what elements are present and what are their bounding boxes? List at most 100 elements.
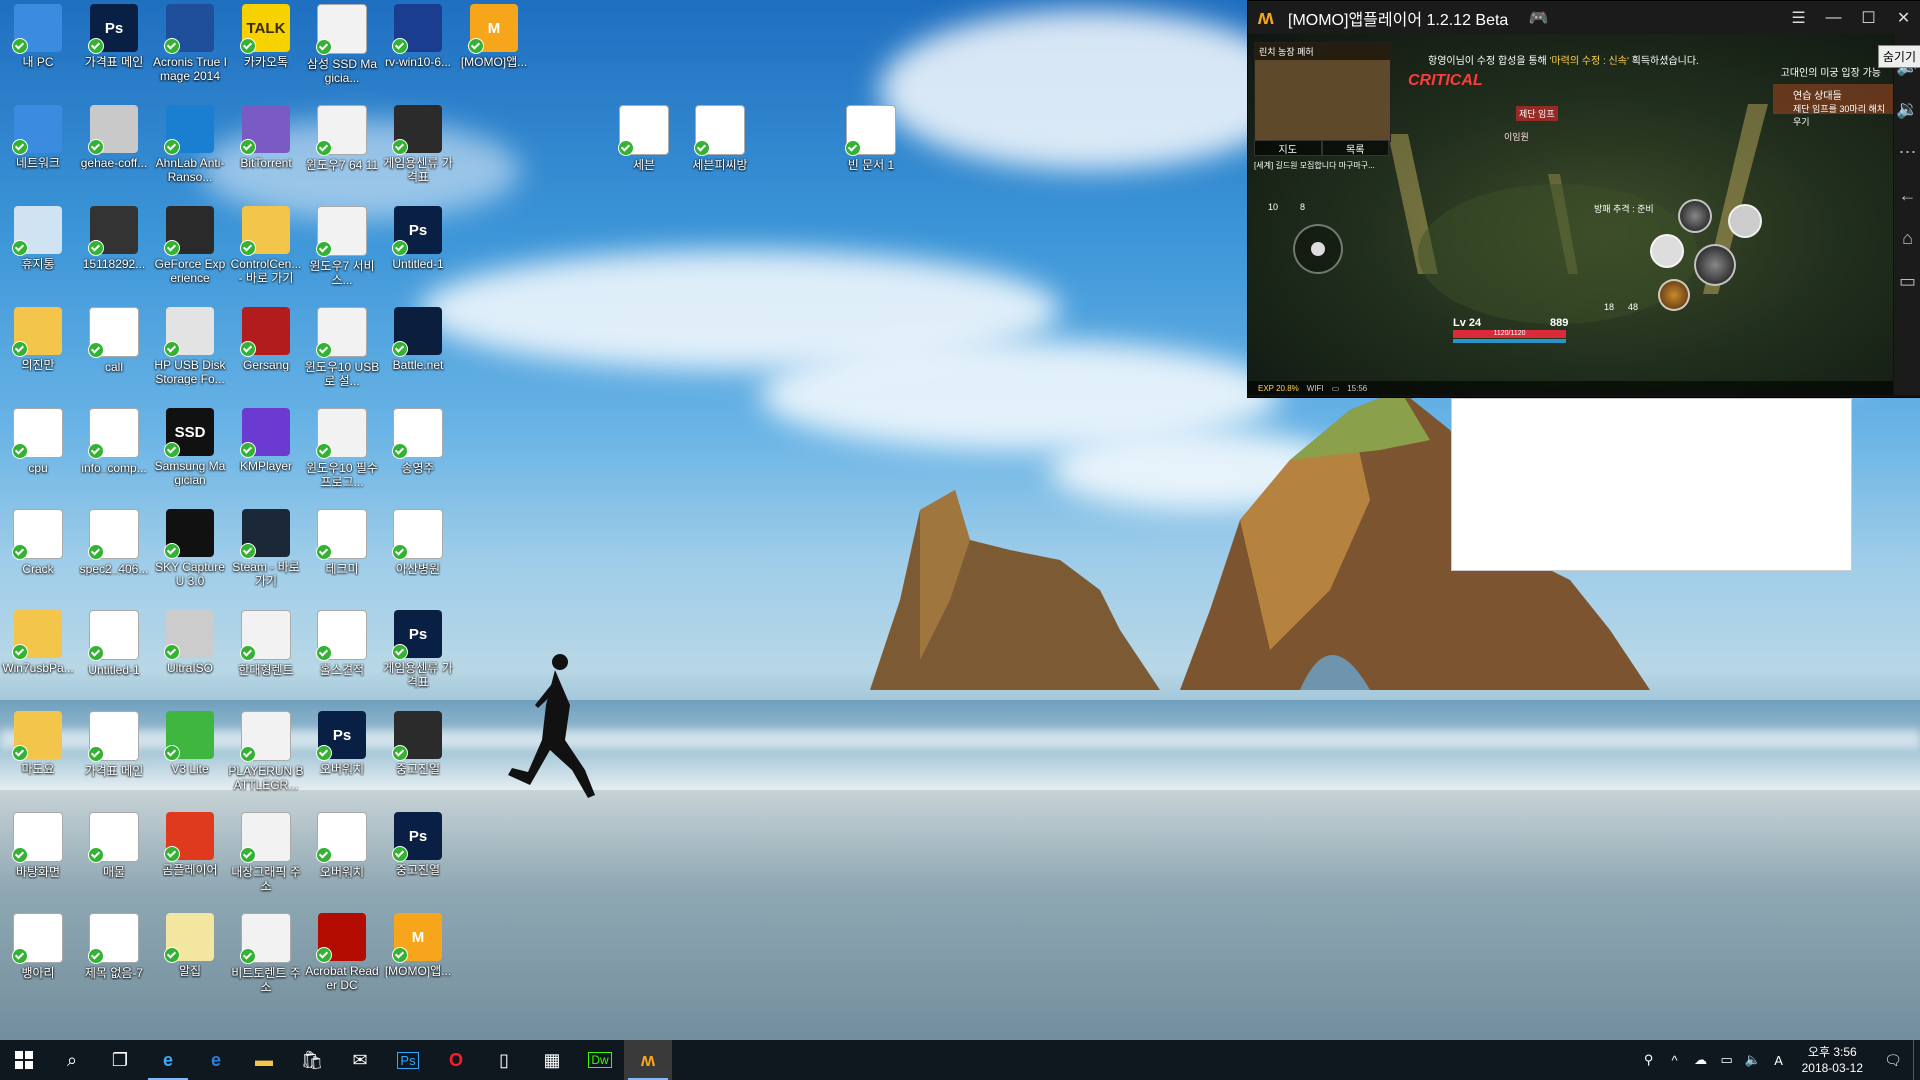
desktop-icon[interactable]: V3 Lite bbox=[152, 711, 228, 776]
more-icon[interactable]: ⋯ bbox=[1894, 142, 1920, 163]
maximize-button[interactable]: ☐ bbox=[1851, 8, 1886, 28]
desktop-icon[interactable]: ControlCen... - 바로 가기 bbox=[228, 206, 304, 285]
skill-button-1[interactable] bbox=[1678, 199, 1712, 233]
dungeon-available[interactable]: 고대인의 미궁 입장 가능 bbox=[1781, 64, 1881, 79]
desktop-icon[interactable]: Crack bbox=[0, 509, 76, 576]
taskbar-calculator[interactable]: ▦ bbox=[528, 1040, 576, 1080]
desktop-icon[interactable]: cpu bbox=[0, 408, 76, 475]
desktop-icon[interactable]: 한대형렌트 bbox=[228, 610, 304, 677]
desktop-icon[interactable]: 휴지통 bbox=[0, 206, 76, 271]
attack-button[interactable] bbox=[1694, 244, 1736, 286]
desktop-icon[interactable]: HP USB Disk Storage Fo... bbox=[152, 307, 228, 386]
desktop-icon[interactable]: Steam - 바로 가기 bbox=[228, 509, 304, 588]
tab-list[interactable]: 목록 bbox=[1321, 140, 1389, 156]
minimize-button[interactable]: — bbox=[1816, 9, 1851, 27]
network-icon[interactable]: ▭ bbox=[1714, 1052, 1740, 1068]
desktop-icon[interactable]: Ps 오버워치 bbox=[304, 711, 380, 776]
desktop-icon[interactable]: Gersang bbox=[228, 307, 304, 372]
taskbar-notepad[interactable]: ▯ bbox=[480, 1040, 528, 1080]
virtual-joystick[interactable] bbox=[1293, 224, 1343, 274]
show-hidden-icons-icon[interactable]: ^ bbox=[1662, 1053, 1688, 1068]
desktop-icon[interactable]: 마도요 bbox=[0, 711, 76, 776]
taskbar-ie[interactable]: e bbox=[144, 1040, 192, 1080]
desktop-icon[interactable]: Ps 중고진열 bbox=[380, 812, 456, 877]
desktop-icon[interactable]: 아산병원 bbox=[380, 509, 456, 576]
desktop-icon[interactable]: 윈도우10 필수프로그... bbox=[304, 408, 380, 489]
show-desktop-button[interactable] bbox=[1913, 1040, 1920, 1080]
desktop-icon[interactable]: 홀스견적 bbox=[304, 610, 380, 677]
desktop-icon[interactable]: 알집 bbox=[152, 913, 228, 978]
desktop-icon[interactable]: PLAYERUN BATTLEGR... bbox=[228, 711, 304, 792]
desktop-icon[interactable]: 삼성 SSD Magicia... bbox=[304, 4, 380, 85]
desktop-icon[interactable]: 윈도우7 64 11 bbox=[304, 105, 380, 172]
desktop-icon[interactable]: TALK 카카오톡 bbox=[228, 4, 304, 69]
volume-down-icon[interactable]: 🔉 bbox=[1894, 99, 1920, 120]
desktop-icon[interactable]: Untitled-1 bbox=[76, 610, 152, 677]
people-icon[interactable]: ⚲ bbox=[1636, 1052, 1662, 1068]
desktop-icon[interactable]: SKY CaptureU 3.0 bbox=[152, 509, 228, 588]
desktop-icon[interactable]: 세븐 bbox=[606, 105, 682, 172]
desktop-icon[interactable]: 15118292... bbox=[76, 206, 152, 271]
desktop-icon[interactable]: 윈도우10 USB로 설... bbox=[304, 307, 380, 388]
desktop-icon[interactable]: AhnLab Anti-Ranso... bbox=[152, 105, 228, 184]
gamepad-icon[interactable]: 🎮 bbox=[1529, 8, 1549, 28]
desktop-icon[interactable]: Ps 게임용센류 가격표 bbox=[380, 610, 456, 689]
volume-icon[interactable]: 🔈 bbox=[1740, 1052, 1766, 1068]
desktop-icon[interactable]: spec2_406... bbox=[76, 509, 152, 576]
desktop-icon[interactable]: 윈도우7 서비스... bbox=[304, 206, 380, 287]
quest-tracker[interactable]: 연습 상대들 제단 임프를 30마리 해치우기 bbox=[1773, 84, 1893, 127]
desktop-icon[interactable]: 오버워치 bbox=[304, 812, 380, 879]
desktop-icon[interactable]: 빈 문서 1 bbox=[833, 105, 909, 172]
desktop-icon[interactable]: 중고진열 bbox=[380, 711, 456, 776]
desktop-icon[interactable]: 네트워크 bbox=[0, 105, 76, 170]
desktop-icon[interactable]: 바탕화면 bbox=[0, 812, 76, 879]
chat-line[interactable]: [세계] 길드원 모집합니다 마구마구... bbox=[1254, 161, 1414, 171]
search-button[interactable]: ⌕ bbox=[48, 1040, 96, 1080]
taskbar-dreamweaver[interactable]: Dw bbox=[576, 1040, 624, 1080]
desktop-icon[interactable]: info_comp... bbox=[76, 408, 152, 475]
desktop-icon[interactable]: 제목 없음-7 bbox=[76, 913, 152, 980]
desktop-icon[interactable]: call bbox=[76, 307, 152, 374]
menu-icon[interactable]: ☰ bbox=[1781, 8, 1816, 28]
desktop-icon[interactable]: Ps Untitled-1 bbox=[380, 206, 456, 271]
desktop-icon[interactable]: UltraISO bbox=[152, 610, 228, 675]
hide-button[interactable]: 숨기기 bbox=[1877, 45, 1920, 68]
game-viewport[interactable]: 린치 농장 폐허 지도 목록 항영이님이 수정 합성을 통해 '마력의 수정 :… bbox=[1248, 34, 1893, 395]
desktop-icon[interactable]: 뱅아리 bbox=[0, 913, 76, 980]
clock[interactable]: 오후 3:56 2018-03-12 bbox=[1792, 1044, 1873, 1076]
desktop-icon[interactable]: Win7usbPa... bbox=[0, 610, 76, 675]
desktop-icon[interactable]: 테크미 bbox=[304, 509, 380, 576]
desktop-icon[interactable]: BitTorrent bbox=[228, 105, 304, 170]
desktop-icon[interactable]: 매물 bbox=[76, 812, 152, 879]
tab-map[interactable]: 지도 bbox=[1254, 140, 1322, 156]
skill-button-3[interactable] bbox=[1650, 234, 1684, 268]
desktop-icon[interactable]: rv-win10-6... bbox=[380, 4, 456, 69]
taskbar-explorer[interactable]: ▬ bbox=[240, 1040, 288, 1080]
action-center-icon[interactable]: 🗨 bbox=[1873, 1052, 1913, 1069]
recent-apps-icon[interactable]: ▭ bbox=[1894, 271, 1920, 292]
desktop-icon[interactable]: M [MOMO]앱... bbox=[456, 4, 532, 69]
ime-indicator[interactable]: A bbox=[1766, 1053, 1792, 1068]
home-icon[interactable]: ⌂ bbox=[1894, 228, 1920, 249]
taskbar-photoshop[interactable]: Ps bbox=[384, 1040, 432, 1080]
desktop-icon[interactable]: Battle.net bbox=[380, 307, 456, 372]
start-button[interactable] bbox=[0, 1040, 48, 1080]
desktop-icon[interactable]: SSD Samsung Magician bbox=[152, 408, 228, 487]
desktop-icon[interactable]: 곰플레이어 bbox=[152, 812, 228, 877]
taskbar-momo[interactable]: ʍ bbox=[624, 1040, 672, 1080]
desktop-icon[interactable]: 의진만 bbox=[0, 307, 76, 372]
desktop-icon[interactable]: Acrobat Reader DC bbox=[304, 913, 380, 992]
desktop-icon[interactable]: GeForce Experience bbox=[152, 206, 228, 285]
desktop-icon[interactable]: KMPlayer bbox=[228, 408, 304, 473]
onedrive-icon[interactable]: ☁ bbox=[1688, 1052, 1714, 1068]
taskbar-store[interactable]: 🛍 bbox=[288, 1040, 336, 1080]
skill-button-4[interactable] bbox=[1658, 279, 1690, 311]
desktop-icon[interactable]: 내 PC bbox=[0, 4, 76, 69]
desktop-icon[interactable]: 가격표 메인 bbox=[76, 711, 152, 778]
minimap[interactable]: 린치 농장 폐허 bbox=[1254, 42, 1391, 142]
skill-button-2[interactable] bbox=[1728, 204, 1762, 238]
task-view-button[interactable]: ❐ bbox=[96, 1040, 144, 1080]
taskbar-mail[interactable]: ✉ bbox=[336, 1040, 384, 1080]
close-button[interactable]: ✕ bbox=[1886, 8, 1920, 28]
back-icon[interactable]: ← bbox=[1894, 185, 1920, 206]
